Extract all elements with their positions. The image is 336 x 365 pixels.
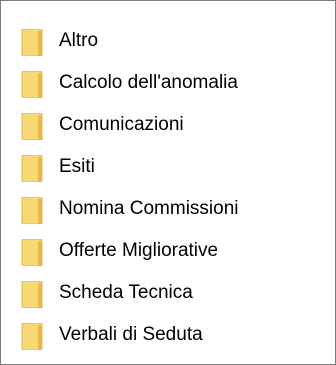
folder-label: Altro [59,30,99,51]
folder-item-verbali-di-seduta[interactable]: Verbali di Seduta [1,323,335,365]
folder-label: Offerte Migliorative [59,240,219,261]
folder-icon [21,155,47,182]
folder-label: Scheda Tecnica [59,282,193,303]
folder-label: Esiti [59,156,95,177]
folder-list-panel: Altro Calcolo dell'anomalia Comunicazion… [0,0,336,365]
folder-icon [21,197,47,224]
folder-icon [21,71,47,98]
folder-label: Verbali di Seduta [59,324,203,345]
folder-item-calcolo-anomalia[interactable]: Calcolo dell'anomalia [1,71,335,113]
folder-item-scheda-tecnica[interactable]: Scheda Tecnica [1,281,335,323]
folder-item-comunicazioni[interactable]: Comunicazioni [1,113,335,155]
folder-label: Nomina Commissioni [59,198,239,219]
folder-label: Calcolo dell'anomalia [59,72,238,93]
folder-item-nomina-commissioni[interactable]: Nomina Commissioni [1,197,335,239]
folder-label: Comunicazioni [59,114,184,135]
folder-icon [21,113,47,140]
folder-item-altro[interactable]: Altro [1,29,335,71]
folder-icon [21,239,47,266]
folder-icon [21,323,47,350]
folder-item-offerte-migliorative[interactable]: Offerte Migliorative [1,239,335,281]
folder-item-esiti[interactable]: Esiti [1,155,335,197]
folder-icon [21,29,47,56]
folder-icon [21,281,47,308]
folder-list: Altro Calcolo dell'anomalia Comunicazion… [1,29,335,365]
